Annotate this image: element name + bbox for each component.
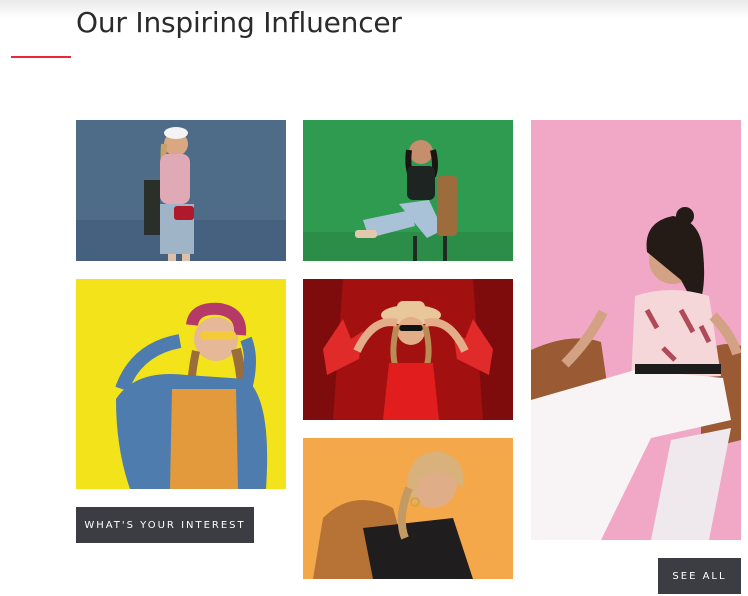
see-all-button[interactable]: See all xyxy=(658,558,741,594)
influencer-photo-green[interactable] xyxy=(303,120,513,261)
influencer-photo-red[interactable] xyxy=(303,279,513,420)
whats-your-interest-button[interactable]: What's your interest xyxy=(76,507,254,543)
title-accent-line xyxy=(11,56,71,58)
influencer-photo-blue[interactable] xyxy=(76,120,286,261)
influencer-photo-yellow[interactable] xyxy=(76,279,286,489)
influencer-photo-pink[interactable] xyxy=(531,120,741,540)
influencer-photo-orange[interactable] xyxy=(303,438,513,579)
section-title: Our Inspiring Influencer xyxy=(76,6,402,39)
